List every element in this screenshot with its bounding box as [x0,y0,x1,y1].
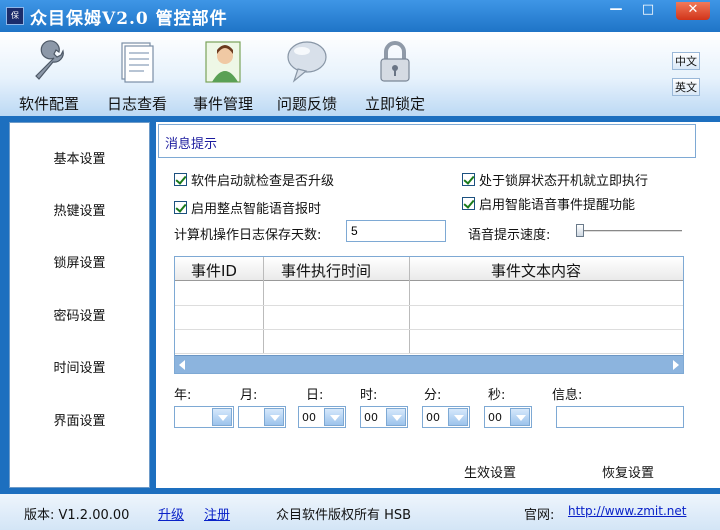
person-card-icon [205,41,241,83]
select-value: 00 [302,411,316,424]
column-header-event-id[interactable]: 事件ID [191,260,237,281]
row-divider [175,305,683,306]
row-divider [175,353,683,354]
second-label: 秒: [488,388,506,403]
column-header-exec-time[interactable]: 事件执行时间 [281,260,371,281]
voice-speed-slider-thumb[interactable] [576,224,584,237]
run-when-locked-checkbox[interactable]: 处于锁屏状态开机就立即执行 [462,170,648,189]
month-label: 月: [240,388,258,403]
section-title: 消息提示 [165,137,218,152]
restore-settings-button[interactable]: 恢复设置 [602,462,654,481]
website-link[interactable]: http://www.zmit.net [568,504,686,518]
tool-label: 问题反馈 [276,95,337,113]
voice-speed-label: 语音提示速度: [468,228,551,243]
log-days-label: 计算机操作日志保存天数: [174,228,322,243]
table-header: 事件ID 事件执行时间 事件文本内容 [175,257,683,281]
info-input[interactable] [556,406,684,428]
second-select[interactable]: 00 [484,406,532,428]
sidebar-item-password[interactable]: 密码设置 [10,305,149,324]
row-divider [175,329,683,330]
website-label: 官网: [524,508,555,523]
sidebar-item-hotkey[interactable]: 热键设置 [10,200,149,219]
day-select[interactable]: 00 [298,406,346,428]
log-days-input[interactable] [346,220,446,242]
chevron-down-icon[interactable] [264,408,284,426]
minute-label: 分: [424,388,442,403]
message-tip-section: 消息提示 [158,124,696,158]
minimize-button[interactable]: — [604,2,628,20]
chevron-down-icon[interactable] [324,408,344,426]
copyright-text: 众目软件版权所有 HSB [276,508,412,523]
year-label: 年: [174,388,192,403]
window-title: 众目保姆V2.0 管控部件 [30,9,228,29]
tool-software-config[interactable]: 软件配置 [14,38,84,114]
maximize-button[interactable]: □ [636,2,660,20]
checkbox-label: 启用智能语音事件提醒功能 [479,198,636,213]
speech-bubble-icon [287,41,327,83]
sidebar-item-basic[interactable]: 基本设置 [10,148,149,167]
hourly-voice-checkbox[interactable]: 启用整点智能语音报时 [174,198,321,217]
main-area: 基本设置 热键设置 锁屏设置 密码设置 时间设置 界面设置 消息提示 软件启动就… [0,116,720,494]
tool-feedback[interactable]: 问题反馈 [272,38,342,114]
scroll-right-icon[interactable] [673,360,679,370]
status-bar: 版本: V1.2.00.00 升级 注册 众目软件版权所有 HSB 官网: ht… [0,494,720,530]
action-row: 生效设置 恢复设置 [156,446,698,488]
checkbox-label: 处于锁屏状态开机就立即执行 [479,174,649,189]
close-button[interactable]: ✕ [676,2,710,20]
check-upgrade-checkbox[interactable]: 软件启动就检查是否升级 [174,170,334,189]
upgrade-link[interactable]: 升级 [158,504,184,523]
tool-label: 软件配置 [18,95,79,113]
checkbox-checked[interactable] [174,173,187,186]
lang-chinese-button[interactable]: 中文 [672,52,700,70]
chevron-down-icon[interactable] [510,408,530,426]
hour-select[interactable]: 00 [360,406,408,428]
title-bar: 保 众目保姆V2.0 管控部件 — □ ✕ [0,0,720,32]
checkbox-checked[interactable] [462,173,475,186]
checkbox-label: 启用整点智能语音报时 [191,202,322,217]
checkbox-label: 软件启动就检查是否升级 [191,174,335,189]
settings-panel: 消息提示 软件启动就检查是否升级 处于锁屏状态开机就立即执行 启用整点智能语音报… [156,122,698,446]
info-label: 信息: [552,388,583,403]
tool-label: 事件管理 [192,95,253,113]
chevron-down-icon[interactable] [386,408,406,426]
select-value: 00 [426,411,440,424]
lang-english-button[interactable]: 英文 [672,78,700,96]
event-table: 事件ID 事件执行时间 事件文本内容 [174,256,684,374]
checkbox-checked[interactable] [174,201,187,214]
toolbar: 软件配置 日志查看 事件管理 问题反馈 立即锁定 中文 英文 [0,32,720,116]
chevron-down-icon[interactable] [448,408,468,426]
apply-settings-button[interactable]: 生效设置 [464,462,516,481]
select-value: 00 [488,411,502,424]
sidebar-item-time[interactable]: 时间设置 [10,357,149,376]
settings-sidebar: 基本设置 热键设置 锁屏设置 密码设置 时间设置 界面设置 [9,122,150,488]
select-value: 00 [364,411,378,424]
register-link[interactable]: 注册 [204,504,230,523]
tool-log-view[interactable]: 日志查看 [102,38,172,114]
tool-event-manage[interactable]: 事件管理 [188,38,258,114]
tool-lock-now[interactable]: 立即锁定 [360,38,430,114]
tool-label: 日志查看 [106,95,167,113]
wrench-icon [35,40,64,80]
version-text: 版本: V1.2.00.00 [24,508,130,523]
scroll-left-icon[interactable] [179,360,185,370]
minute-select[interactable]: 00 [422,406,470,428]
hour-label: 时: [360,388,378,403]
checkbox-checked[interactable] [462,197,475,210]
day-label: 日: [306,388,324,403]
year-select[interactable] [174,406,234,428]
padlock-icon [380,41,410,82]
tool-label: 立即锁定 [364,95,425,113]
voice-speed-slider-track[interactable] [578,230,682,232]
horizontal-scrollbar[interactable] [175,355,683,373]
chevron-down-icon[interactable] [212,408,232,426]
column-header-text-content[interactable]: 事件文本内容 [491,260,581,281]
app-icon: 保 [6,7,24,25]
voice-event-reminder-checkbox[interactable]: 启用智能语音事件提醒功能 [462,194,635,213]
log-document-icon [121,42,154,83]
month-select[interactable] [238,406,286,428]
sidebar-item-lockscreen[interactable]: 锁屏设置 [10,252,149,271]
sidebar-item-interface[interactable]: 界面设置 [10,410,149,429]
panel-edge [698,122,720,488]
